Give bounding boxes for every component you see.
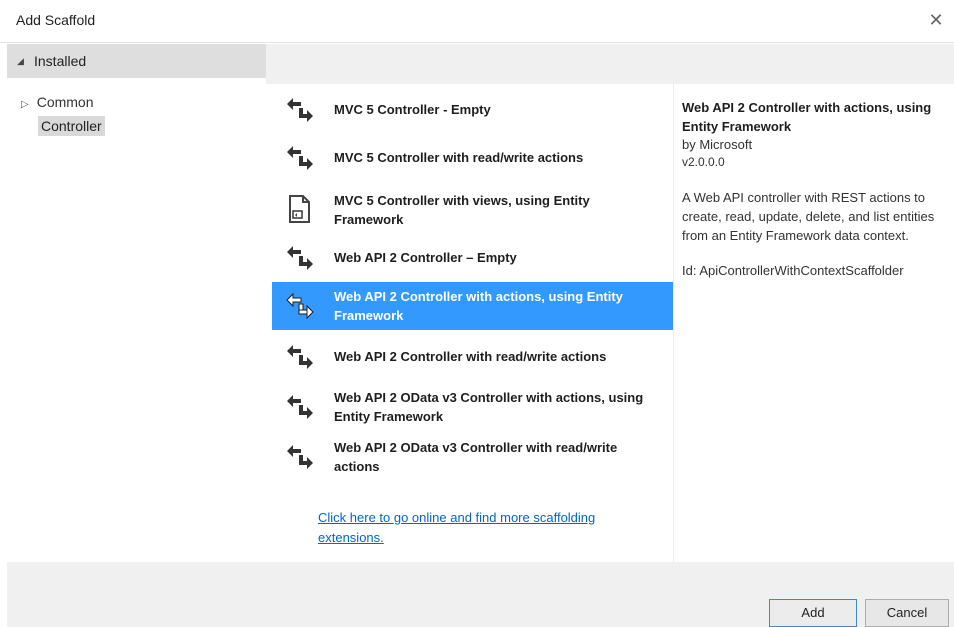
controller-icon <box>286 292 314 320</box>
document-view-icon <box>289 195 310 223</box>
controller-icon <box>287 246 313 270</box>
template-item-odata-actions-ef[interactable]: Web API 2 OData v3 Controller with actio… <box>272 384 673 430</box>
installed-label: Installed <box>34 53 87 69</box>
controller-icon <box>287 445 313 469</box>
details-version: v2.0.0.0 <box>682 155 725 169</box>
controller-icon <box>287 146 313 170</box>
details-description: A Web API controller with REST actions t… <box>682 190 935 243</box>
template-item-mvc5-views[interactable]: MVC 5 Controller with views, using Entit… <box>272 186 673 232</box>
details-author: by Microsoft <box>682 137 753 152</box>
header-strip <box>266 44 954 84</box>
tree-item-common-label: Common <box>36 94 94 110</box>
button-bar: Add Cancel <box>7 562 954 627</box>
close-icon[interactable]: ✕ <box>924 8 948 32</box>
tree-item-controller[interactable]: Controller <box>38 116 105 136</box>
template-item-webapi2-readwrite[interactable]: Web API 2 Controller with read/write act… <box>272 339 673 375</box>
template-details-pane: Web API 2 Controller with actions, using… <box>673 84 954 562</box>
dialog-title: Add Scaffold <box>16 12 96 28</box>
cancel-button[interactable]: Cancel <box>865 599 949 627</box>
category-tree-pane: ◢ Installed ▷ Common Controller <box>7 44 266 562</box>
template-item-webapi2-empty[interactable]: Web API 2 Controller – Empty <box>272 240 673 276</box>
template-label: Web API 2 Controller with actions, using… <box>334 289 623 323</box>
template-label: Web API 2 OData v3 Controller with read/… <box>334 440 618 474</box>
template-label: MVC 5 Controller with views, using Entit… <box>334 193 590 227</box>
template-item-mvc5-readwrite[interactable]: MVC 5 Controller with read/write actions <box>272 140 673 176</box>
find-more-extensions-link[interactable]: Click here to go online and find more sc… <box>318 508 648 548</box>
template-list: MVC 5 Controller - Empty MVC 5 Controlle… <box>272 84 673 562</box>
expanded-caret-icon: ◢ <box>17 56 24 66</box>
template-label: Web API 2 Controller with read/write act… <box>334 349 607 364</box>
template-label: Web API 2 Controller – Empty <box>334 250 517 265</box>
tree-item-common[interactable]: ▷ Common <box>21 94 94 110</box>
template-item-webapi2-actions-ef[interactable]: Web API 2 Controller with actions, using… <box>272 282 673 330</box>
category-tree: ▷ Common Controller <box>7 78 266 562</box>
add-button[interactable]: Add <box>769 599 857 627</box>
controller-icon <box>287 345 313 369</box>
controller-icon <box>287 98 313 122</box>
template-item-mvc5-empty[interactable]: MVC 5 Controller - Empty <box>272 92 673 128</box>
template-label: MVC 5 Controller - Empty <box>334 102 491 117</box>
installed-header[interactable]: ◢ Installed <box>7 44 266 78</box>
title-bar: Add Scaffold ✕ <box>0 0 954 43</box>
template-item-odata-readwrite[interactable]: Web API 2 OData v3 Controller with read/… <box>272 434 673 480</box>
collapsed-caret-icon: ▷ <box>21 99 29 110</box>
template-label: Web API 2 OData v3 Controller with actio… <box>334 390 644 424</box>
details-id: Id: ApiControllerWithContextScaffolder <box>682 263 904 278</box>
add-scaffold-dialog: Add Scaffold ✕ ◢ Installed ▷ Common Contr… <box>0 0 954 627</box>
details-title: Web API 2 Controller with actions, using… <box>682 100 932 134</box>
controller-icon <box>287 395 313 419</box>
template-label: MVC 5 Controller with read/write actions <box>334 150 584 165</box>
